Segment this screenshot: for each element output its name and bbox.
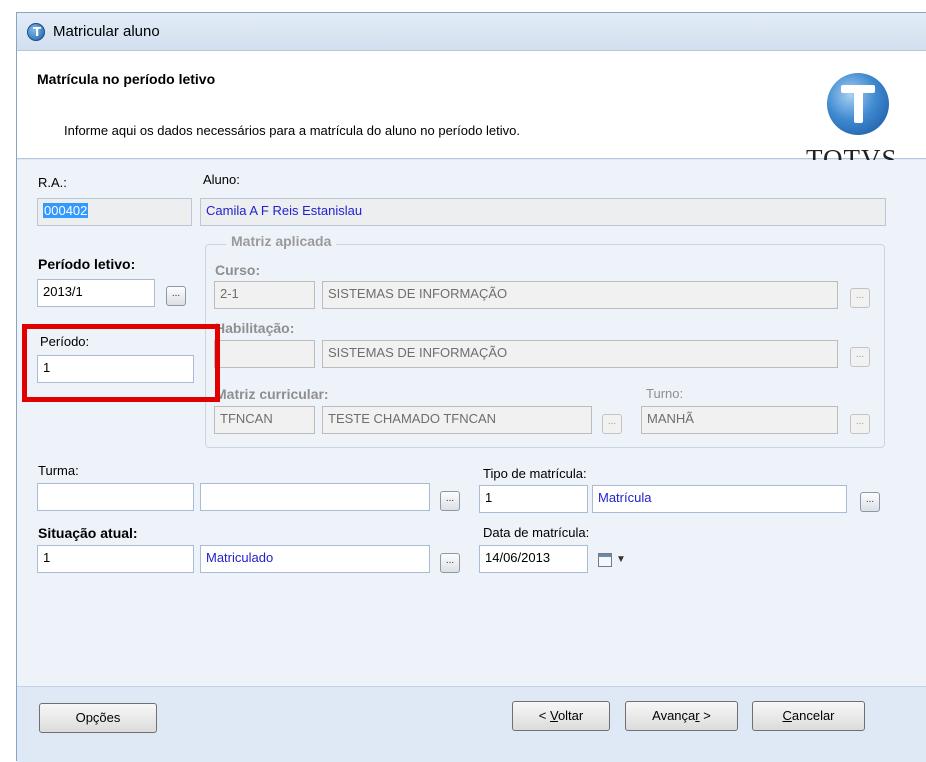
habilitacao-name-field[interactable]: SISTEMAS DE INFORMAÇÃO	[322, 340, 838, 368]
cancelar-button[interactable]: Cancelar	[752, 701, 865, 731]
cancelar-access-key: C	[782, 708, 792, 723]
periodo-letivo-lookup-button[interactable]: ...	[166, 286, 186, 306]
habilitacao-code-field[interactable]	[214, 340, 315, 368]
situacao-atual-code-field[interactable]: 1	[37, 545, 194, 573]
turma-label: Turma:	[38, 463, 79, 478]
data-matricula-field[interactable]: 14/06/2013	[479, 545, 588, 573]
ra-label: R.A.:	[38, 175, 67, 190]
tipo-matricula-label: Tipo de matrícula:	[483, 466, 587, 481]
avancar-main: Avança	[652, 708, 696, 723]
curso-lookup-button[interactable]: ...	[850, 288, 870, 308]
voltar-access-key: V	[549, 708, 558, 723]
matriz-curricular-lookup-button[interactable]: ...	[602, 414, 622, 434]
ra-value: 000402	[43, 203, 89, 218]
tipo-matricula-code-field[interactable]: 1	[479, 485, 588, 513]
avancar-button[interactable]: Avançar >	[625, 701, 738, 731]
calendar-icon[interactable]	[598, 553, 612, 567]
data-matricula-label: Data de matrícula:	[483, 525, 590, 540]
cancelar-rest: ancelar	[791, 708, 835, 723]
turno-field[interactable]: MANHÃ	[641, 406, 838, 434]
app-globe-icon: T	[27, 23, 45, 41]
matriz-curricular-name-field[interactable]: TESTE CHAMADO TFNCAN	[322, 406, 592, 434]
turno-label: Turno:	[646, 386, 684, 401]
avancar-suffix: >	[699, 708, 711, 723]
matriz-aplicada-group-title: Matriz aplicada	[226, 233, 337, 249]
voltar-button[interactable]: < Voltar	[512, 701, 610, 731]
curso-code-field[interactable]: 2-1	[214, 281, 315, 309]
matriz-curricular-code-field[interactable]: TFNCAN	[214, 406, 315, 434]
window-title: Matricular aluno	[53, 23, 160, 40]
tipo-matricula-name-field[interactable]: Matrícula	[592, 485, 847, 513]
wizard-step-description: Informe aqui os dados necessários para a…	[64, 123, 520, 138]
periodo-letivo-label: Período letivo:	[38, 256, 136, 272]
ra-field[interactable]: 000402	[37, 198, 192, 226]
aluno-label: Aluno:	[203, 172, 240, 187]
matriz-curricular-label: Matriz curricular:	[215, 386, 329, 402]
title-bar: T Matricular aluno	[17, 13, 926, 51]
periodo-letivo-field[interactable]: 2013/1	[37, 279, 155, 307]
voltar-prefix: <	[538, 708, 550, 723]
situacao-atual-name-field[interactable]: Matriculado	[200, 545, 430, 573]
voltar-rest: oltar	[557, 708, 584, 723]
curso-label: Curso:	[215, 262, 261, 278]
totvs-logo-icon	[827, 73, 889, 135]
situacao-atual-label: Situação atual:	[38, 525, 138, 541]
habilitacao-lookup-button[interactable]: ...	[850, 347, 870, 367]
turno-lookup-button[interactable]: ...	[850, 414, 870, 434]
opcoes-button[interactable]: Opções	[39, 703, 157, 733]
turma-code-field[interactable]	[37, 483, 194, 511]
chevron-down-icon[interactable]: ▼	[616, 554, 626, 565]
habilitacao-label: Habilitação:	[215, 320, 295, 336]
aluno-field[interactable]: Camila A F Reis Estanislau	[200, 198, 886, 226]
tipo-matricula-lookup-button[interactable]: ...	[860, 492, 880, 512]
wizard-header: Matrícula no período letivo Informe aqui…	[17, 51, 926, 174]
curso-name-field[interactable]: SISTEMAS DE INFORMAÇÃO	[322, 281, 838, 309]
periodo-highlight-box	[22, 324, 220, 402]
wizard-step-title: Matrícula no período letivo	[37, 71, 216, 87]
turma-lookup-button[interactable]: ...	[440, 491, 460, 511]
turma-name-field[interactable]	[200, 483, 430, 511]
situacao-atual-lookup-button[interactable]: ...	[440, 553, 460, 573]
